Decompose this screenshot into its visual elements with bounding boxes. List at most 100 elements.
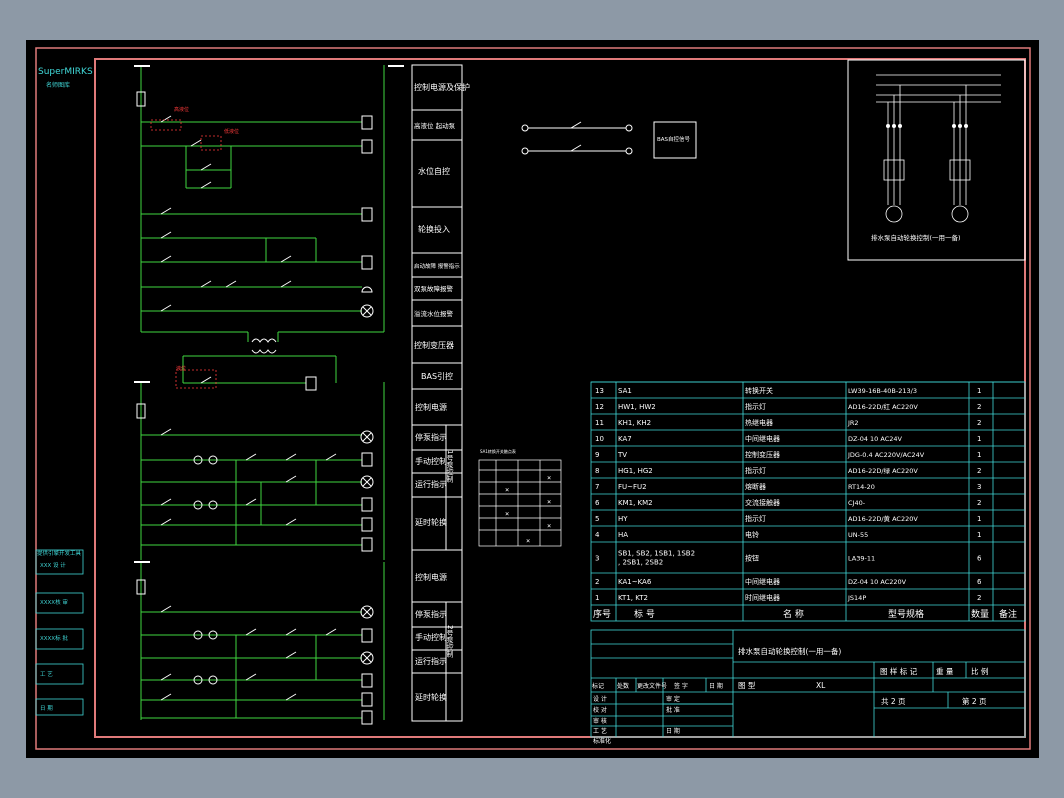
brand-sub: 名师图库	[46, 81, 70, 89]
bom-cell: 5	[595, 515, 599, 523]
row-label: 停泵指示	[415, 432, 447, 442]
bom-cell: 3	[977, 483, 981, 491]
bom-cell: 1	[595, 594, 599, 602]
pump1-group-label: 1号泵控制	[446, 450, 454, 484]
row-label: 溢流水位报警	[414, 309, 454, 318]
bom-cell: 6	[595, 499, 600, 507]
bom-cell: SB1, SB2, 1SB1, 1SB2, 2SB1, 2SB2	[618, 550, 695, 567]
change-label: 更改文件号	[637, 682, 667, 690]
bom-cell: 1	[977, 451, 981, 459]
row-label: 停泵指示	[415, 609, 447, 619]
row-label: 启动故障 报警指示	[414, 262, 460, 270]
bom-cell: JR2	[847, 419, 859, 427]
bom-cell: 9	[595, 451, 599, 459]
bom-cell: 2	[977, 419, 981, 427]
pump2-components	[136, 579, 374, 725]
page-number: 第 2 页	[962, 696, 987, 706]
bom-cell: 11	[595, 419, 604, 427]
bom-cell: KM1, KM2	[618, 499, 653, 507]
row-label: 水位自控	[418, 166, 450, 176]
bom-header: 型号规格	[888, 608, 924, 620]
bom-cell: 热继电器	[745, 418, 773, 427]
svg-text:液位: 液位	[176, 365, 186, 372]
bom-cell: CJ40-	[848, 499, 866, 507]
bom-cell: FU~FU2	[618, 483, 647, 491]
bom-cell: 10	[595, 435, 604, 443]
bom-header: 序号	[593, 608, 611, 620]
bom-cell: TV	[617, 451, 627, 459]
svg-text:低液位: 低液位	[224, 128, 239, 135]
row-label: 延时轮换	[415, 692, 447, 702]
row-label: 控制电源	[415, 572, 447, 582]
bom-cell: JS14P	[847, 594, 866, 602]
bom-cell: DZ-04 10 AC220V	[848, 578, 907, 586]
left-strip-label: 提供引擎开发工具	[37, 549, 82, 557]
bom-cell: AD16-22D/绿 AC220V	[848, 466, 918, 475]
bom-cell: 控制变压器	[745, 450, 780, 459]
role-label: 设 计	[593, 695, 607, 703]
svg-text:×: ×	[505, 486, 509, 494]
row-label: 轮换投入	[418, 224, 450, 234]
bom-cell: LA39-11	[848, 555, 875, 563]
bom-cell: RT14-20	[848, 483, 875, 491]
svg-text:高液位: 高液位	[174, 106, 189, 113]
bom-cell: JDG-0.4 AC220V/AC24V	[847, 451, 925, 459]
pump1-components	[136, 403, 374, 552]
bom-cell: 8	[595, 467, 599, 475]
svg-text:×: ×	[547, 498, 551, 506]
bom-cell: 中间继电器	[745, 434, 780, 443]
bom-cell: 熔断器	[745, 482, 766, 491]
bom-cell: 指示灯	[745, 514, 766, 523]
pump2-wiring	[140, 562, 385, 720]
schematic-canvas: SuperMIRKS 名师图库 提供引擎开发工具 XXX 设 计 XXXX核 审…	[35, 47, 1031, 750]
brand-name: SuperMIRKS	[38, 67, 93, 77]
role-label: 审 核	[593, 717, 607, 725]
type-label: 图 型	[738, 681, 756, 690]
bom-cell: KH1, KH2	[618, 419, 651, 427]
left-strip-label: 日 期	[40, 705, 53, 712]
bom-cell: 1	[977, 515, 981, 523]
bom-cell: 2	[977, 499, 981, 507]
svg-text:×: ×	[505, 510, 509, 518]
bom-cell: 4	[595, 531, 600, 539]
bom-cell: KA1~KA6	[618, 578, 652, 586]
bom-cell: AD16-22D/黄 AC220V	[848, 514, 918, 523]
role-label: 审 定	[666, 695, 680, 703]
bom-table: 13 SA1 转换开关 LW39-16B-40B-213/3 112 HW1, HW2 指示…	[590, 381, 1026, 622]
svg-text:×: ×	[547, 522, 551, 530]
role-label: 批 准	[666, 706, 680, 714]
bom-cell: AD16-22D/红 AC220V	[848, 402, 918, 411]
row-label: 延时轮换	[415, 517, 447, 527]
row-label: 控制电源	[415, 402, 447, 412]
bom-cell: 6	[977, 555, 982, 563]
bom-cell: 13	[595, 387, 604, 395]
pump2-group-label: 2号泵控制	[446, 625, 454, 659]
bom-cell: 2	[977, 467, 981, 475]
role-label: 工 艺	[593, 727, 607, 735]
bom-cell: 电铃	[745, 530, 759, 539]
bom-cell: HG1, HG2	[618, 467, 653, 475]
bom-cell: 指示灯	[745, 466, 766, 475]
bas-box-label: BAS自控信号	[657, 135, 691, 143]
bom-cell: 按钮	[745, 554, 759, 563]
motor-main-circuit: 排水泵自动轮换控制(一用一备)	[847, 59, 1026, 261]
bom-cell: 2	[977, 594, 981, 602]
role-label: 日 期	[666, 727, 680, 735]
bom-cell: 1	[977, 435, 981, 443]
change-label: 标记	[592, 682, 604, 690]
bom-cell: 中间继电器	[745, 577, 780, 586]
left-strip	[35, 549, 84, 716]
bom-cell: KT1, KT2	[618, 594, 648, 602]
total-pages: 共 2 页	[881, 697, 906, 706]
bom-cell: DZ-04 10 AC24V	[848, 435, 903, 443]
drawing-sheet: SuperMIRKS 名师图库 提供引擎开发工具 XXX 设 计 XXXX核 审…	[26, 40, 1039, 758]
upper-components	[136, 91, 374, 391]
bom-cell: 2	[595, 578, 599, 586]
bom-cell: 时间继电器	[745, 593, 780, 602]
switch-table-title: SA1转换开关触点表	[480, 448, 516, 454]
bom-cell: 7	[595, 483, 599, 491]
row-label: BAS引控	[421, 371, 453, 381]
outer-frame	[35, 47, 1031, 750]
weight-label: 重 量	[936, 667, 954, 676]
left-strip-label: XXX 设 计	[40, 561, 66, 569]
